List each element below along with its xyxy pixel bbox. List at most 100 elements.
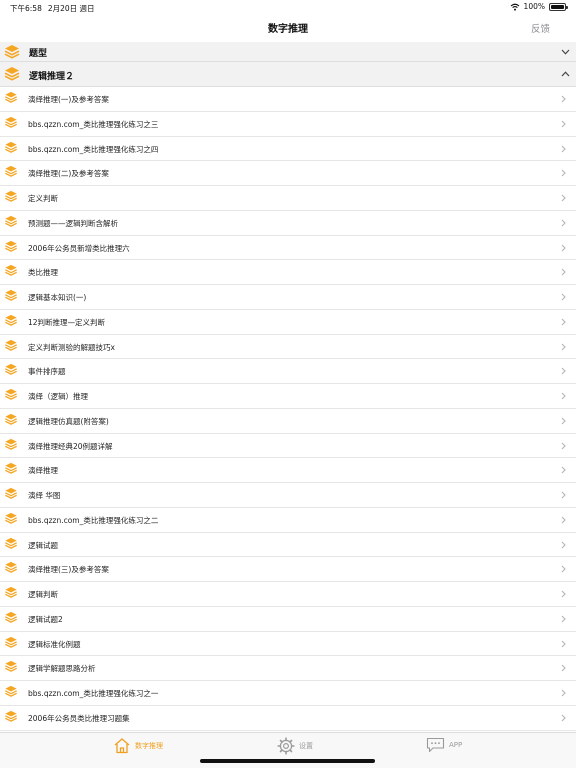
list-item[interactable]: 预测题——逻辑判断含解析 — [0, 211, 576, 236]
status-bar: 下午6:58 2月20日 週日 100% — [0, 0, 576, 14]
list-item[interactable]: bbs.qzzn.com_类比推理强化练习之三 — [0, 112, 576, 137]
chevron-right-icon — [561, 367, 566, 375]
list-item[interactable]: 逻辑学解题思路分析 — [0, 656, 576, 681]
chevron-right-icon — [561, 318, 566, 326]
list-item-label: bbs.qzzn.com_类比推理强化练习之二 — [28, 515, 159, 525]
feedback-button[interactable]: 反馈 — [531, 21, 550, 35]
list-item[interactable]: 12判断推理—定义判断 — [0, 310, 576, 335]
list-item[interactable]: bbs.qzzn.com_类比推理强化练习之二 — [0, 508, 576, 533]
chevron-right-icon — [561, 417, 566, 425]
tab-app[interactable]: APP — [426, 737, 462, 753]
list-item-label: 演绎推理(二)及参考答案 — [28, 169, 109, 179]
list-item[interactable]: 演绎推理(三)及参考答案 — [0, 557, 576, 582]
list-item[interactable]: 定义判断测验的解题技巧x — [0, 335, 576, 360]
list-item[interactable]: 逻辑判断 — [0, 582, 576, 607]
battery-icon — [549, 2, 568, 11]
stack-icon — [5, 339, 17, 351]
chevron-right-icon — [561, 95, 566, 103]
list-item[interactable]: 演绎推理(一)及参考答案 — [0, 87, 576, 112]
stack-icon — [5, 388, 17, 400]
list-item-label: 演绎 华图 — [28, 491, 61, 500]
page-title: 数字推理 — [268, 24, 308, 35]
chevron-right-icon — [561, 615, 566, 623]
chevron-right-icon — [561, 293, 566, 301]
stack-icon — [5, 116, 17, 128]
list-item[interactable]: 演绎（逻辑）推理 — [0, 384, 576, 409]
chevron-right-icon — [561, 516, 566, 524]
status-date: 2月20日 週日 — [47, 4, 95, 13]
stack-icon — [5, 190, 17, 202]
chevron-right-icon — [561, 194, 566, 202]
list-item[interactable]: 2006年公务员新增类比推理六 — [0, 236, 576, 261]
chevron-right-icon — [561, 244, 566, 251]
list-item-label: bbs.qzzn.com_类比推理强化练习之三 — [28, 119, 159, 129]
stack-icon — [4, 67, 20, 81]
list-item[interactable]: 事件排序题 — [0, 359, 576, 384]
list-item-label: 演绎推理(一)及参考答案 — [28, 95, 109, 104]
stack-icon — [5, 562, 17, 574]
list-item-label: 12判断推理—定义判断 — [28, 317, 106, 327]
chevron-right-icon — [561, 392, 566, 400]
article-list: 演绎推理(一)及参考答案 bbs.qzzn.com_类比推理强化练习之三 bbs.q… — [0, 87, 576, 731]
list-item-label: 逻辑学解题思路分析 — [28, 664, 96, 674]
stack-icon — [5, 215, 17, 227]
stack-icon — [5, 438, 17, 450]
status-time: 下午6:58 — [10, 4, 42, 13]
chevron-right-icon — [561, 145, 566, 152]
stack-icon — [5, 166, 17, 178]
tab-settings[interactable]: 设置 — [277, 737, 313, 755]
tab-label-app: APP — [449, 741, 463, 749]
list-item-label: 演绎推理(三)及参考答案 — [28, 565, 109, 575]
chevron-up-icon[interactable] — [561, 71, 570, 77]
list-item[interactable]: 类比推理 — [0, 260, 576, 285]
nav-bar: 数字推理 反馈 — [0, 14, 576, 42]
stack-icon — [5, 141, 17, 153]
stack-icon — [5, 364, 17, 376]
list-item[interactable]: bbs.qzzn.com_类比推理强化练习之一 — [0, 681, 576, 706]
list-item[interactable]: bbs.qzzn.com_类比推理强化练习之四 — [0, 137, 576, 162]
list-item-label: 定义判断 — [28, 194, 58, 203]
chevron-right-icon — [561, 343, 566, 350]
chevron-right-icon — [561, 268, 566, 276]
list-item-label: 预测题——逻辑判断含解析 — [28, 218, 118, 228]
home-icon — [114, 738, 130, 754]
list-item-label: bbs.qzzn.com_类比推理强化练习之四 — [28, 144, 159, 154]
list-item[interactable]: 逻辑标准化例题 — [0, 632, 576, 657]
list-item[interactable]: 演绎推理(二)及参考答案 — [0, 161, 576, 186]
list-item[interactable]: 定义判断 — [0, 186, 576, 211]
list-item[interactable]: 演绎 华图 — [0, 483, 576, 508]
list-item[interactable]: 逻辑试题 — [0, 533, 576, 558]
stack-icon — [5, 314, 17, 326]
list-item[interactable]: 2006年公务员类比推理习题集 — [0, 706, 576, 731]
chevron-right-icon — [561, 714, 566, 722]
stack-icon — [5, 661, 17, 673]
list-item[interactable]: 演绎推理 — [0, 458, 576, 483]
list-item[interactable]: 逻辑基本知识(一) — [0, 285, 576, 310]
stack-icon — [5, 586, 17, 598]
stack-icon — [5, 413, 17, 425]
stack-icon — [4, 45, 20, 59]
chevron-down-icon[interactable] — [561, 49, 570, 55]
stack-icon — [5, 463, 17, 475]
list-item-label: 逻辑试题2 — [28, 614, 63, 624]
chevron-right-icon — [561, 219, 566, 227]
list-item[interactable]: 逻辑推理仿真题(附答案) — [0, 409, 576, 434]
list-item-label: 演绎推理 — [28, 466, 58, 476]
list-item[interactable]: 逻辑试题2 — [0, 607, 576, 632]
list-item-label: 演绎（逻辑）推理 — [28, 392, 88, 401]
chevron-right-icon — [561, 590, 566, 598]
chat-bubble-icon — [426, 737, 445, 753]
wifi-icon — [510, 3, 519, 11]
chevron-right-icon — [561, 565, 566, 573]
section-header-category[interactable]: 题型 — [0, 42, 576, 62]
chevron-right-icon — [561, 541, 566, 548]
tab-home[interactable]: 数字推理 — [113, 737, 163, 754]
chevron-right-icon — [561, 442, 566, 449]
stack-icon — [5, 710, 17, 722]
list-item-label: 逻辑基本知识(一) — [28, 293, 87, 302]
list-item[interactable]: 演绎推理经典20例题详解 — [0, 434, 576, 459]
section-header-current[interactable]: 逻辑推理２ — [0, 62, 576, 87]
list-item-label: 演绎推理经典20例题详解 — [28, 441, 113, 451]
stack-icon — [5, 636, 17, 648]
list-item-label: 事件排序题 — [28, 367, 66, 377]
